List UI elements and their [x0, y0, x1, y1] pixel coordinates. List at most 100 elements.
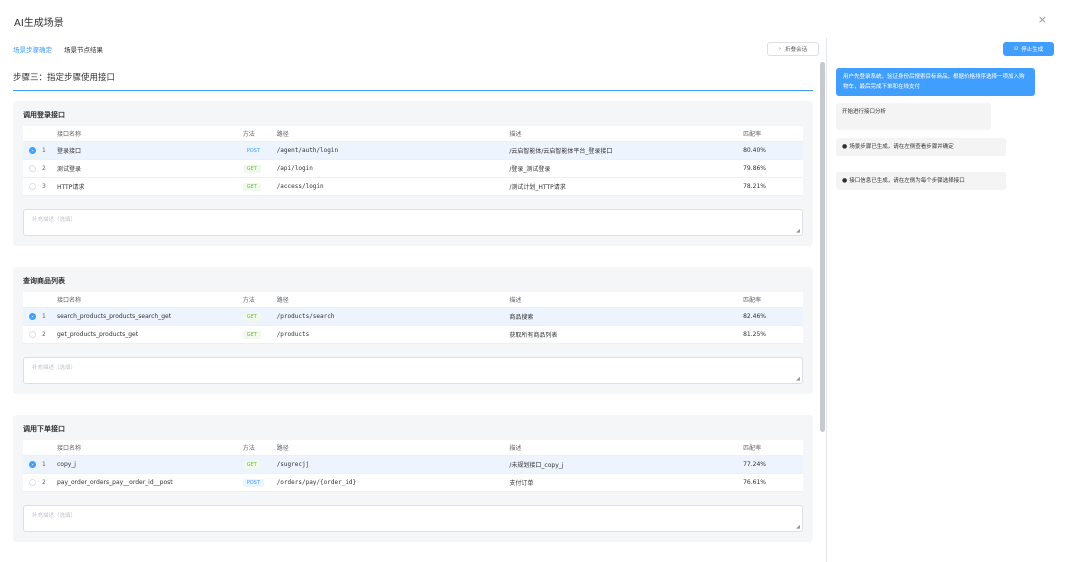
- step-card: 调用登录接口 接口名称 方法 路径 描述 匹配率 1 登录接口 POST/agent/auth/…: [13, 101, 813, 246]
- cell-path: /agent/auth/login: [276, 147, 339, 154]
- stop-generation-label: 停止生成: [1021, 47, 1044, 53]
- header-cell-path: 路径: [276, 445, 289, 452]
- stop-icon: ⊙: [1013, 46, 1019, 52]
- ai-message-text: 场景步骤已生成，请在左侧查看步骤并确定: [849, 144, 954, 150]
- row-radio[interactable]: [29, 165, 36, 172]
- cell-interface-name: 测试登录: [56, 166, 81, 173]
- cell-method: GET: [242, 312, 277, 321]
- header-cell-match: 匹配率: [743, 297, 762, 304]
- info-circle-icon: ●: [842, 143, 848, 150]
- cell-description: 商品搜索: [509, 314, 534, 321]
- tab-scene-nodes[interactable]: 场景节点结果: [64, 44, 103, 58]
- table-header: 接口名称 方法 路径 描述 匹配率: [23, 126, 803, 142]
- cell-method: GET: [242, 460, 277, 469]
- cell-method: GET: [242, 164, 277, 173]
- row-index: 2: [42, 165, 46, 172]
- row-radio[interactable]: [29, 461, 36, 468]
- stop-generation-button[interactable]: ⊙ 停止生成: [1003, 42, 1054, 56]
- ai-message-bubble: 开始进行接口分析: [836, 103, 991, 130]
- table-row[interactable]: 1 search_products_products_search_get GET /…: [23, 308, 803, 326]
- row-radio[interactable]: [29, 147, 36, 154]
- method-tag: GET: [242, 164, 261, 173]
- method-tag: GET: [242, 330, 261, 339]
- table-row[interactable]: 2 测试登录 GET/api/login/登录_测试登录 79.86%: [23, 160, 803, 178]
- row-index: 1: [42, 147, 46, 154]
- cell-match-rate: 77.24%: [743, 461, 766, 468]
- collapse-chat-button[interactable]: › 折叠会话: [767, 42, 819, 56]
- cell-method: POST: [242, 146, 277, 155]
- row-radio[interactable]: [29, 331, 36, 338]
- cell-interface-name: search_products_products_search_get: [56, 313, 172, 320]
- panel-divider: [826, 38, 827, 562]
- row-select-cell: 3: [23, 183, 57, 190]
- row-radio[interactable]: [29, 313, 36, 320]
- cell-description: /云启智能体/云启智能体平台_登录接口: [509, 148, 613, 155]
- row-select-cell: 1: [23, 461, 57, 468]
- ai-message-bubble: ● 场景步骤已生成，请在左侧查看步骤并确定: [836, 138, 1006, 156]
- cell-interface-name: pay_order_orders_pay__order_id__post: [56, 479, 173, 486]
- supplement-description-input[interactable]: 补充描述（选填） ◢: [23, 209, 803, 236]
- cell-description: /测试计划_HTTP请求: [509, 184, 566, 191]
- header-cell-desc: 描述: [509, 445, 522, 452]
- method-tag: POST: [242, 478, 264, 487]
- row-index: 2: [42, 479, 46, 486]
- table-row[interactable]: 3 HTTP请求 GET/access/login/测试计划_HTTP请求 78.21…: [23, 178, 803, 196]
- ai-message-text: 开始进行接口分析: [842, 109, 887, 115]
- table-row[interactable]: 1 登录接口 POST/agent/auth/login/云启智能体/云启智能体平台…: [23, 142, 803, 160]
- row-index: 2: [42, 331, 46, 338]
- supplement-description-input[interactable]: 补充描述（选填） ◢: [23, 505, 803, 532]
- header-cell-method: 方法: [242, 131, 255, 138]
- cell-path: /orders/pay/{order_id}: [276, 479, 357, 486]
- cell-description: /登录_测试登录: [509, 166, 551, 173]
- header-cell-desc: 描述: [509, 131, 522, 138]
- cell-method: POST: [242, 478, 277, 487]
- cell-interface-name: get_products_products_get: [56, 331, 139, 338]
- step-card-title: 查询商品列表: [23, 277, 65, 285]
- close-icon[interactable]: ×: [1038, 13, 1047, 26]
- method-tag: GET: [242, 182, 261, 191]
- resize-handle-icon[interactable]: ◢: [796, 228, 800, 234]
- table-header: 接口名称 方法 路径 描述 匹配率: [23, 440, 803, 456]
- textarea-placeholder: 补充描述（选填）: [32, 513, 77, 519]
- cell-path: /api/login: [276, 165, 313, 172]
- main-panel: 步骤三：指定步骤使用接口 调用登录接口 接口名称 方法 路径 描述 匹配率 1 登录接口 POS…: [13, 62, 813, 562]
- resize-handle-icon[interactable]: ◢: [796, 524, 800, 530]
- table-row[interactable]: 1 copy_j GET/sugrecjj/未规划接口_copy_j 77.24%: [23, 456, 803, 474]
- scrollbar-thumb[interactable]: [820, 62, 825, 432]
- header-cell-match: 匹配率: [743, 445, 762, 452]
- row-radio[interactable]: [29, 479, 36, 486]
- tabs: 场景步骤确定 场景节点结果: [13, 44, 103, 58]
- row-index: 1: [42, 461, 46, 468]
- step-card-title: 调用下单接口: [23, 425, 65, 433]
- header-cell-method: 方法: [242, 297, 255, 304]
- tab-scene-steps[interactable]: 场景步骤确定: [13, 44, 52, 58]
- cell-path: /products/search: [276, 313, 335, 320]
- ai-message-bubble: ● 接口信息已生成，请在左侧为每个步骤选择接口: [836, 172, 1006, 190]
- cell-path: /access/login: [276, 183, 324, 190]
- table-row[interactable]: 2 pay_order_orders_pay__order_id__post POS…: [23, 474, 803, 492]
- cell-path: /products: [276, 331, 310, 338]
- table-row[interactable]: 2 get_products_products_get GET/products 获取…: [23, 326, 803, 344]
- cell-description: /未规划接口_copy_j: [509, 462, 564, 469]
- header-cell-path: 路径: [276, 131, 289, 138]
- interface-table: 接口名称 方法 路径 描述 匹配率 1 search_products_products_s…: [23, 292, 803, 344]
- collapse-chat-label: 折叠会话: [785, 47, 808, 53]
- row-index: 3: [42, 183, 46, 190]
- header-cell-name: 接口名称: [56, 131, 81, 138]
- cards-container: 调用登录接口 接口名称 方法 路径 描述 匹配率 1 登录接口 POST/agent/auth/…: [13, 101, 813, 542]
- row-radio[interactable]: [29, 183, 36, 190]
- resize-handle-icon[interactable]: ◢: [796, 376, 800, 382]
- interface-table: 接口名称 方法 路径 描述 匹配率 1 登录接口 POST/agent/auth/login /…: [23, 126, 803, 196]
- row-select-cell: 1: [23, 313, 57, 320]
- textarea-placeholder: 补充描述（选填）: [32, 217, 77, 223]
- header-cell-name: 接口名称: [56, 297, 81, 304]
- cell-match-rate: 80.40%: [743, 147, 766, 154]
- cell-interface-name: copy_j: [56, 461, 76, 468]
- step-card-title: 调用登录接口: [23, 111, 65, 119]
- step-card: 调用下单接口 接口名称 方法 路径 描述 匹配率 1 copy_j GET/sugrecjj/未…: [13, 415, 813, 542]
- method-tag: GET: [242, 312, 261, 321]
- cell-path: /sugrecjj: [276, 461, 310, 468]
- row-select-cell: 2: [23, 165, 57, 172]
- table-header: 接口名称 方法 路径 描述 匹配率: [23, 292, 803, 308]
- supplement-description-input[interactable]: 补充描述（选填） ◢: [23, 357, 803, 384]
